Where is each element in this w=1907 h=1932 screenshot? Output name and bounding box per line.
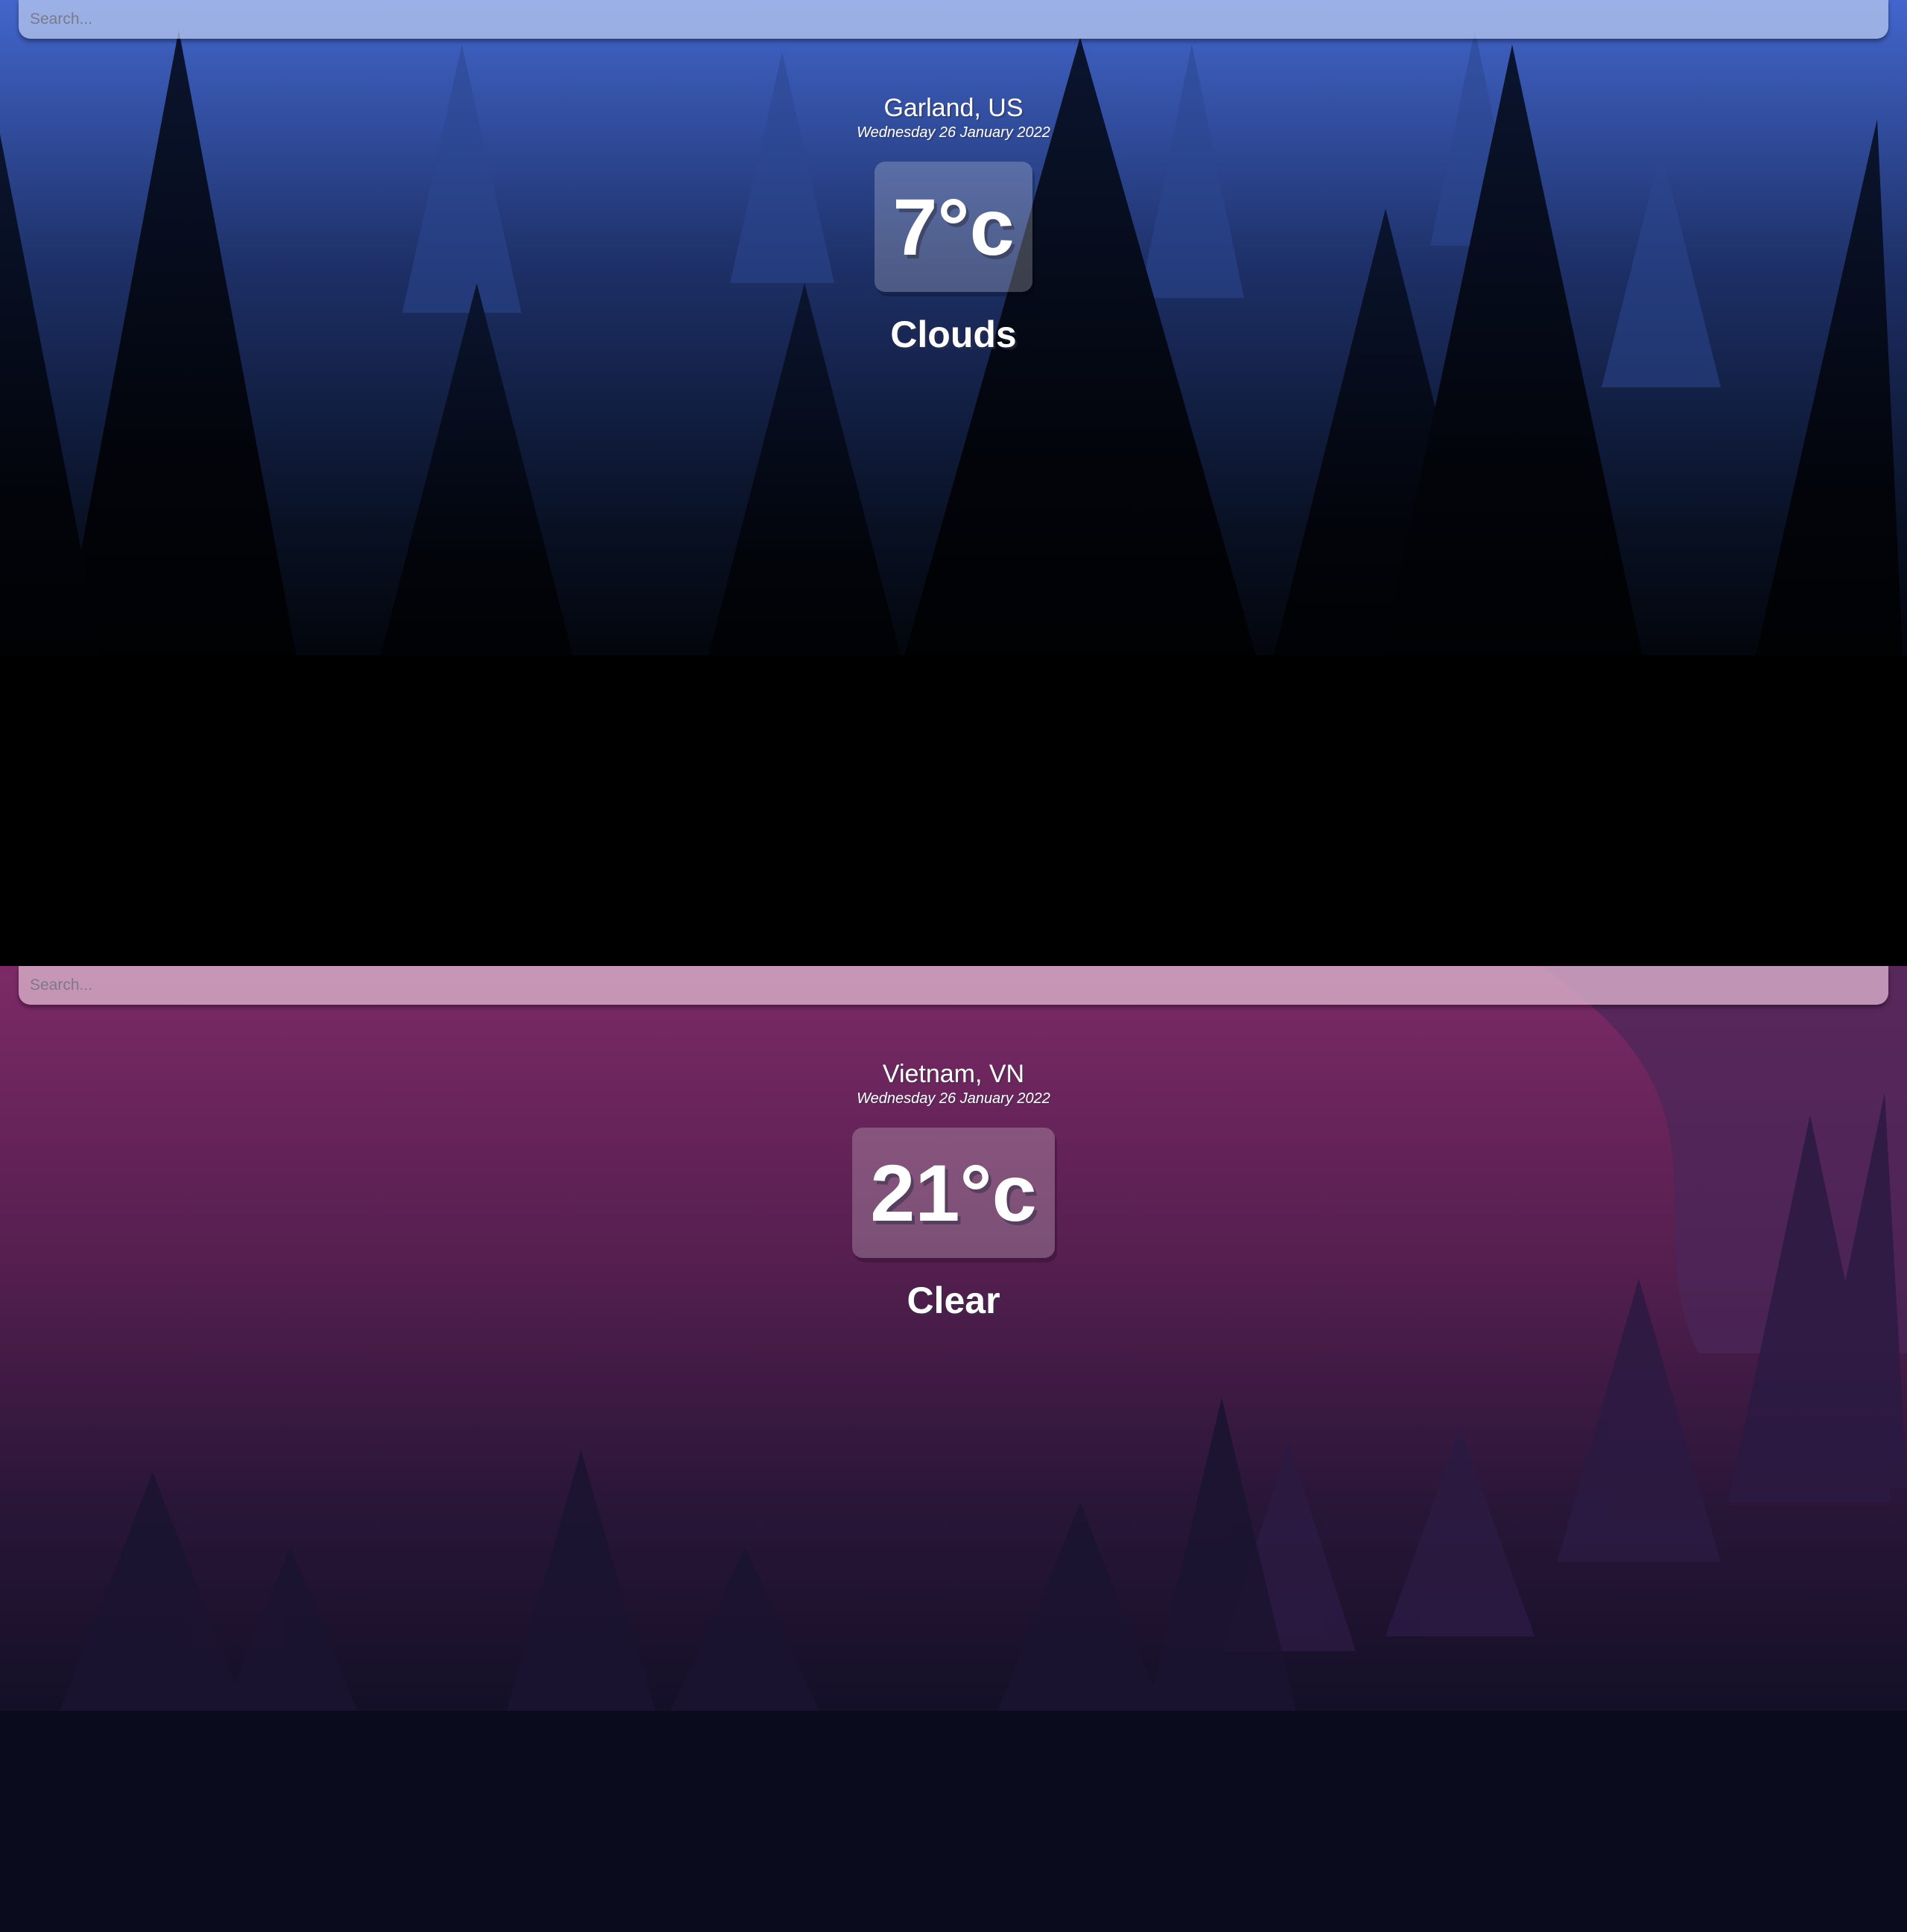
weather-condition-label: Clear (907, 1280, 1000, 1321)
location-label: Garland, US (883, 94, 1024, 122)
weather-box: 21°c Clear (0, 1128, 1907, 1322)
location-box: Garland, US Wednesday 26 January 2022 (0, 93, 1907, 142)
weather-app-panel-vietnam: Vietnam, VN Wednesday 26 January 2022 21… (0, 966, 1907, 1932)
search-input[interactable] (19, 0, 1888, 39)
forest-background-image (0, 966, 1907, 1932)
location-label: Vietnam, VN (882, 1060, 1025, 1088)
weather-app-panel-garland: Garland, US Wednesday 26 January 2022 7°… (0, 0, 1907, 966)
date-label: Wednesday 26 January 2022 (857, 1090, 1050, 1107)
search-input[interactable] (19, 966, 1888, 1005)
date-label: Wednesday 26 January 2022 (857, 124, 1050, 141)
weather-box: 7°c Clouds (0, 162, 1907, 356)
temperature-display: 7°c (875, 162, 1032, 292)
temperature-display: 21°c (852, 1128, 1055, 1258)
location-box: Vietnam, VN Wednesday 26 January 2022 (0, 1059, 1907, 1108)
weather-condition-label: Clouds (890, 314, 1017, 355)
forest-background-image (0, 0, 1907, 966)
